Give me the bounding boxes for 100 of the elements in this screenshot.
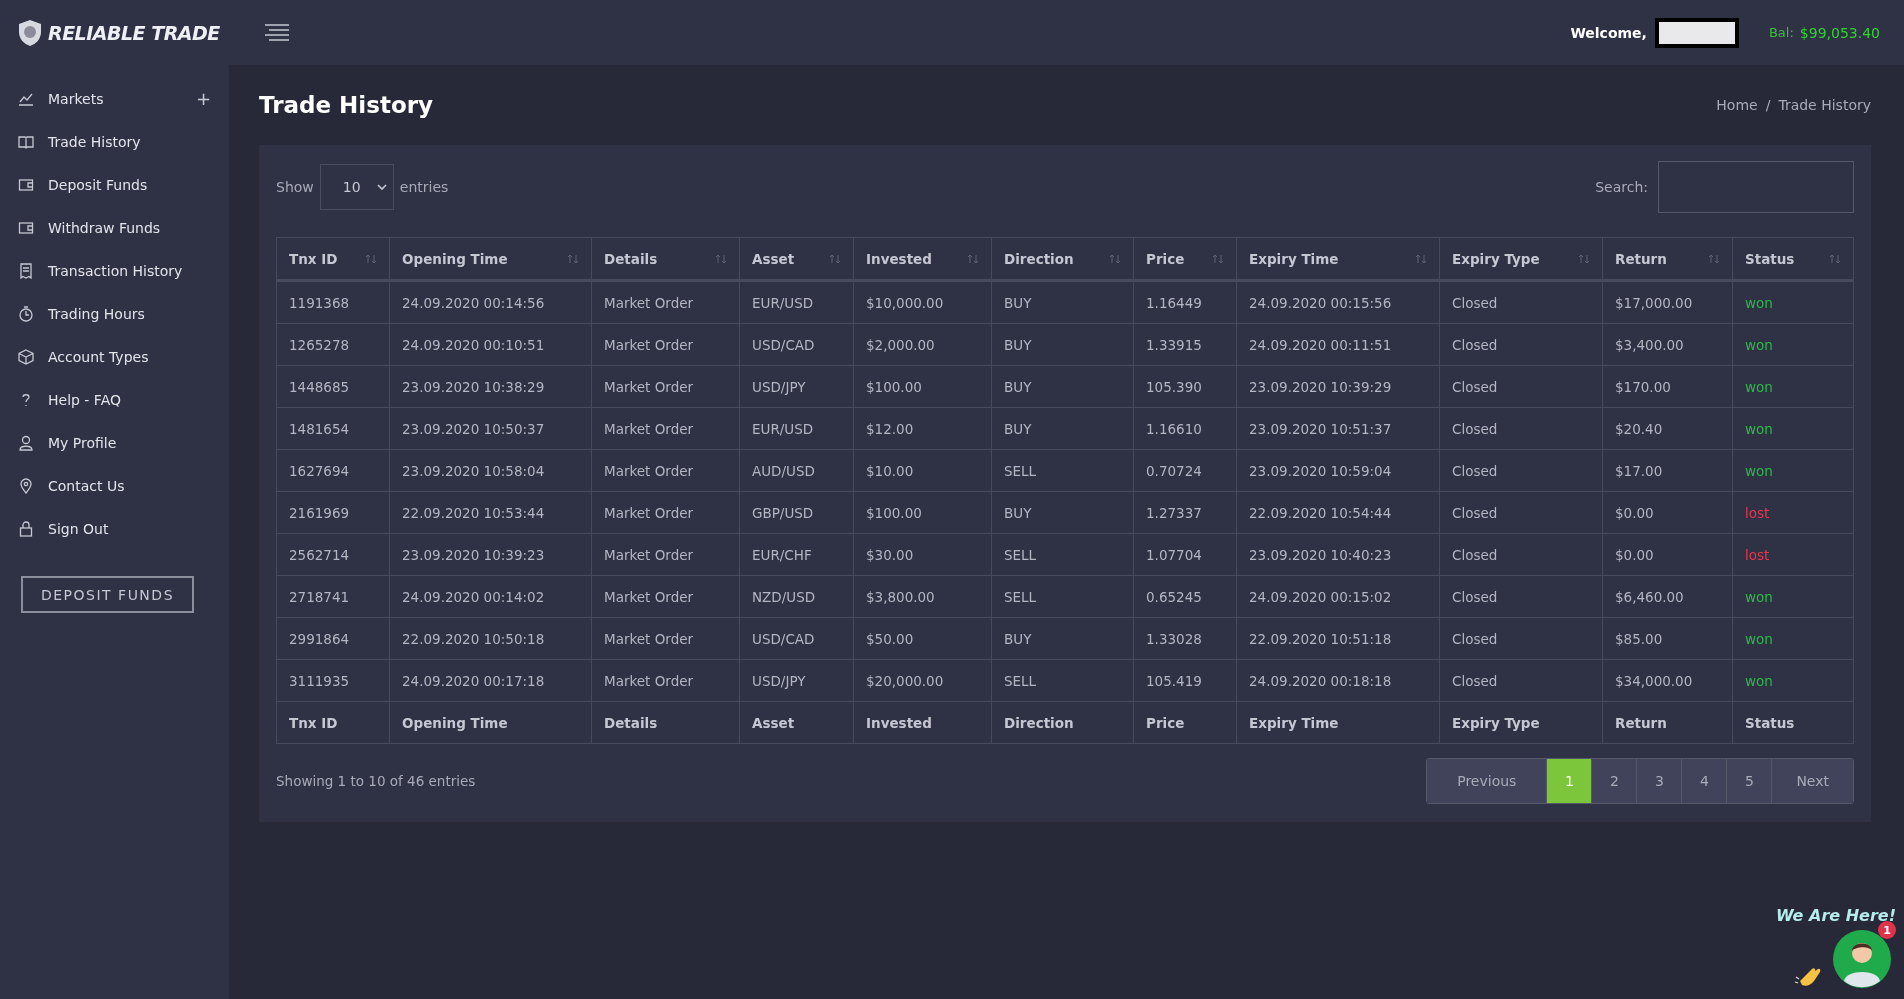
column-header[interactable]: Opening Time — [389, 237, 592, 281]
table-cell: Market Order — [591, 365, 740, 408]
next-page-button[interactable]: Next — [1771, 759, 1853, 803]
table-cell: USD/CAD — [739, 323, 854, 366]
status-cell: lost — [1732, 533, 1854, 576]
sidebar-item[interactable]: Contact Us — [0, 464, 229, 507]
table-cell: $100.00 — [853, 365, 992, 408]
column-header[interactable]: Asset — [739, 237, 854, 281]
column-header[interactable]: Invested — [853, 237, 992, 281]
sidebar-item[interactable]: Withdraw Funds — [0, 206, 229, 249]
table-cell: 23.09.2020 10:59:04 — [1236, 449, 1440, 492]
sidebar-item[interactable]: Transaction History — [0, 249, 229, 292]
table-cell: 23.09.2020 10:39:23 — [389, 533, 592, 576]
cube-icon — [18, 348, 34, 365]
table-cell: Market Order — [591, 449, 740, 492]
location-pin-icon — [18, 477, 34, 494]
sidebar-item[interactable]: Deposit Funds — [0, 163, 229, 206]
table-cell: EUR/USD — [739, 280, 854, 324]
table-cell: Closed — [1439, 280, 1603, 324]
table-cell: $17.00 — [1602, 449, 1733, 492]
book-icon — [18, 133, 34, 150]
column-header[interactable]: Tnx ID — [276, 237, 390, 281]
page-button[interactable]: 3 — [1636, 759, 1682, 803]
balance-label: Bal: — [1768, 25, 1794, 40]
table-cell: Market Order — [591, 323, 740, 366]
table-cell: Market Order — [591, 575, 740, 618]
column-header[interactable]: Status — [1732, 237, 1854, 281]
table-cell: BUY — [991, 280, 1134, 324]
table-cell: 1.33028 — [1133, 617, 1237, 660]
table-cell: Market Order — [591, 659, 740, 702]
table-cell: 3111935 — [276, 659, 390, 702]
table-cell: AUD/USD — [739, 449, 854, 492]
column-header[interactable]: Details — [591, 237, 740, 281]
column-footer: Tnx ID — [276, 701, 390, 744]
column-header[interactable]: Expiry Time — [1236, 237, 1440, 281]
column-header[interactable]: Price — [1133, 237, 1237, 281]
status-cell: won — [1732, 323, 1854, 366]
table-cell: 24.09.2020 00:10:51 — [389, 323, 592, 366]
table-cell: NZD/USD — [739, 575, 854, 618]
table-cell: Market Order — [591, 491, 740, 534]
sidebar-item[interactable]: Trade History — [0, 120, 229, 163]
column-header[interactable]: Direction — [991, 237, 1134, 281]
table-cell: Market Order — [591, 617, 740, 660]
column-header[interactable]: Expiry Type — [1439, 237, 1603, 281]
welcome-text: Welcome, — [1570, 24, 1647, 41]
breadcrumb-current: Trade History — [1778, 97, 1871, 113]
table-cell: 1448685 — [276, 365, 390, 408]
sidebar-item[interactable]: Trading Hours — [0, 292, 229, 335]
table-cell: 23.09.2020 10:38:29 — [389, 365, 592, 408]
chat-widget[interactable]: We Are Here! 1 — [1775, 896, 1896, 989]
table-cell: 1.07704 — [1133, 533, 1237, 576]
table-cell: 23.09.2020 10:50:37 — [389, 407, 592, 450]
table-cell: 23.09.2020 10:40:23 — [1236, 533, 1440, 576]
column-footer: Return — [1602, 701, 1733, 744]
table-cell: Closed — [1439, 491, 1603, 534]
page-button[interactable]: 5 — [1726, 759, 1772, 803]
table-cell: 0.70724 — [1133, 449, 1237, 492]
breadcrumb-link[interactable]: Home — [1716, 97, 1758, 113]
sort-icon — [1829, 252, 1841, 265]
previous-page-button[interactable]: Previous — [1427, 759, 1547, 803]
table-cell: 1.16449 — [1133, 280, 1237, 324]
table-cell: 0.65245 — [1133, 575, 1237, 618]
menu-icon[interactable] — [265, 23, 289, 42]
search-field[interactable] — [1658, 161, 1854, 213]
sort-icon — [1578, 252, 1590, 265]
status-cell: lost — [1732, 491, 1854, 534]
table-cell: 1265278 — [276, 323, 390, 366]
table-cell: 1.16610 — [1133, 407, 1237, 450]
table-cell: 1627694 — [276, 449, 390, 492]
sidebar-item[interactable]: Help - FAQ — [0, 378, 229, 421]
page-button[interactable]: 4 — [1681, 759, 1727, 803]
table-cell: 2562714 — [276, 533, 390, 576]
sidebar-item[interactable]: Sign Out — [0, 507, 229, 550]
deposit-funds-button[interactable]: DEPOSIT FUNDS — [21, 576, 194, 613]
sidebar-item[interactable]: Account Types — [0, 335, 229, 378]
table-cell: 2161969 — [276, 491, 390, 534]
sidebar-item[interactable]: Markets + — [0, 77, 229, 120]
table-cell: 1481654 — [276, 407, 390, 450]
page-button[interactable]: 2 — [1591, 759, 1637, 803]
table-cell: BUY — [991, 365, 1134, 408]
table-cell: $100.00 — [853, 491, 992, 534]
show-label: Show — [276, 179, 314, 195]
chevron-down-icon — [376, 183, 387, 191]
table-cell: Market Order — [591, 280, 740, 324]
table-cell: BUY — [991, 491, 1134, 534]
expand-toggle[interactable]: + — [195, 88, 211, 109]
table-cell: Closed — [1439, 659, 1603, 702]
sort-icon — [1708, 252, 1720, 265]
column-footer: Status — [1732, 701, 1854, 744]
column-header[interactable]: Return — [1602, 237, 1733, 281]
table-cell: $3,800.00 — [853, 575, 992, 618]
status-cell: won — [1732, 617, 1854, 660]
table-cell: 23.09.2020 10:58:04 — [389, 449, 592, 492]
table-cell: 105.390 — [1133, 365, 1237, 408]
sidebar-item[interactable]: My Profile — [0, 421, 229, 464]
table-cell: 24.09.2020 00:15:56 — [1236, 280, 1440, 324]
entries-select[interactable]: 10 — [319, 164, 394, 210]
table-cell: $30.00 — [853, 533, 992, 576]
table-cell: BUY — [991, 407, 1134, 450]
column-footer: Invested — [853, 701, 992, 744]
